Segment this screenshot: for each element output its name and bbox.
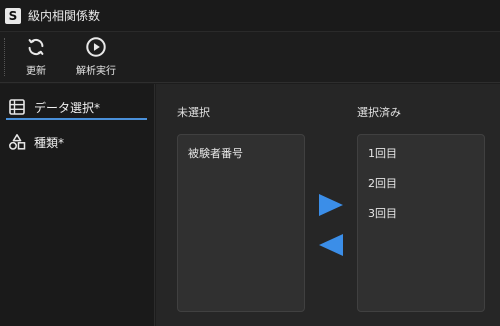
window-title: 級内相関係数 <box>28 9 101 23</box>
play-circle-icon <box>86 37 106 57</box>
list-item[interactable]: 被験者番号 <box>188 145 243 161</box>
unselected-list[interactable]: 被験者番号 <box>177 134 305 312</box>
toolbar-grip[interactable] <box>4 38 5 76</box>
sidebar-item-label: 種類* <box>34 135 65 150</box>
title-bar: S 級内相関係数 <box>0 0 500 32</box>
shapes-icon <box>9 134 26 150</box>
refresh-label: 更新 <box>26 66 46 77</box>
unselected-heading: 未選択 <box>177 106 210 119</box>
move-right-arrow-icon[interactable] <box>318 193 344 217</box>
sidebar-item-type[interactable]: 種類* <box>8 129 148 155</box>
run-analysis-label: 解析実行 <box>76 66 116 77</box>
run-analysis-button[interactable]: 解析実行 <box>72 36 120 77</box>
list-item[interactable]: 1回目 <box>368 145 397 161</box>
table-icon <box>9 99 25 115</box>
active-tab-indicator <box>6 118 147 120</box>
sidebar <box>0 84 155 326</box>
sidebar-item-data-selection[interactable]: データ選択* <box>8 94 148 120</box>
list-item[interactable]: 3回目 <box>368 205 397 221</box>
selected-heading: 選択済み <box>357 106 401 119</box>
sidebar-item-label: データ選択* <box>34 100 101 115</box>
selected-list[interactable]: 1回目 2回目 3回目 <box>357 134 485 312</box>
app-icon: S <box>5 7 21 24</box>
move-left-arrow-icon[interactable] <box>318 233 344 257</box>
refresh-button[interactable]: 更新 <box>24 36 48 77</box>
list-item[interactable]: 2回目 <box>368 175 397 191</box>
refresh-icon <box>28 38 44 56</box>
